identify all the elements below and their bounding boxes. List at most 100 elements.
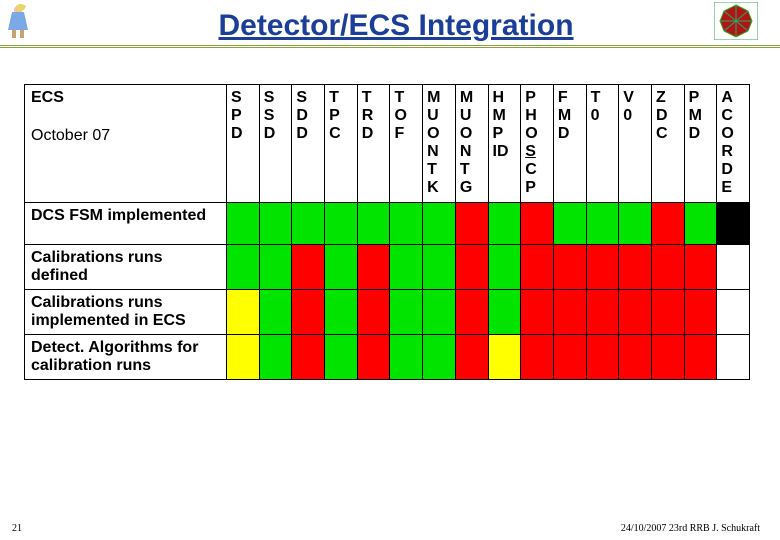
- status-rows: DCS FSM implementedCalibrations runs def…: [25, 203, 750, 380]
- status-cell: [390, 335, 423, 380]
- col-header-char: D: [296, 107, 324, 125]
- table-row: Detect. Algorithms for calibration runs: [25, 335, 750, 380]
- status-cell: [390, 245, 423, 290]
- col-header-char: D: [656, 107, 684, 125]
- corner-label-bottom: October 07: [31, 127, 220, 145]
- corner-header: ECS October 07: [25, 85, 227, 203]
- col-header-char: P: [231, 107, 259, 125]
- col-header-char: P: [689, 89, 717, 107]
- col-header-muontg: MUONTG: [455, 85, 488, 203]
- header: Detector/ECS Integration: [0, 0, 780, 48]
- col-header-char: U: [427, 107, 455, 125]
- col-header-char: P: [329, 107, 357, 125]
- status-cell: [553, 245, 586, 290]
- column-header-row: ECS October 07 SPDSSDSDDTPCTRDTOFMUONTKM…: [25, 85, 750, 203]
- status-cell: [357, 335, 390, 380]
- status-cell: [357, 290, 390, 335]
- row-label: DCS FSM implemented: [25, 203, 227, 245]
- col-header-char: D: [296, 125, 324, 143]
- col-header-hmpid: HMPID: [488, 85, 521, 203]
- status-cell: [717, 335, 750, 380]
- status-cell: [684, 245, 717, 290]
- col-header-char: A: [721, 89, 749, 107]
- col-header-char: T: [591, 89, 619, 107]
- status-cell: [292, 290, 325, 335]
- status-cell: [227, 203, 260, 245]
- status-cell: [259, 203, 292, 245]
- col-header-char: O: [721, 125, 749, 143]
- col-header-sdd: SDD: [292, 85, 325, 203]
- status-cell: [227, 290, 260, 335]
- status-cell: [684, 203, 717, 245]
- status-cell: [586, 335, 619, 380]
- col-header-tof: TOF: [390, 85, 423, 203]
- alice-figure-icon: [6, 2, 46, 40]
- status-cell: [521, 290, 554, 335]
- col-header-char: T: [329, 89, 357, 107]
- status-cell: [292, 245, 325, 290]
- col-header-char: V: [623, 89, 651, 107]
- status-cell: [325, 290, 358, 335]
- status-cell: [455, 203, 488, 245]
- slide: Detector/ECS Integration ECS October 07 …: [0, 0, 780, 540]
- col-header-char: C: [656, 125, 684, 143]
- status-cell: [521, 203, 554, 245]
- col-header-char: O: [460, 125, 488, 143]
- col-header-char: S: [296, 89, 324, 107]
- col-header-char: Z: [656, 89, 684, 107]
- status-cell: [488, 245, 521, 290]
- status-cell: [423, 245, 456, 290]
- col-header-char: N: [427, 143, 455, 161]
- status-cell: [227, 335, 260, 380]
- status-cell: [259, 290, 292, 335]
- table-row: Calibrations runs defined: [25, 245, 750, 290]
- col-header-char: D: [689, 125, 717, 143]
- status-cell: [259, 245, 292, 290]
- status-cell: [455, 290, 488, 335]
- col-header-char: T: [362, 89, 390, 107]
- status-cell: [455, 245, 488, 290]
- col-header-char: O: [525, 125, 553, 143]
- status-cell: [488, 290, 521, 335]
- col-header-char: D: [231, 125, 259, 143]
- row-label: Detect. Algorithms for calibration runs: [25, 335, 227, 380]
- status-cell: [651, 203, 684, 245]
- col-header-char: M: [493, 107, 521, 125]
- status-cell: [586, 203, 619, 245]
- col-header-ssd: SSD: [259, 85, 292, 203]
- col-header-char: D: [264, 125, 292, 143]
- col-header-char: 0: [623, 107, 651, 125]
- col-header-spd: SPD: [227, 85, 260, 203]
- col-header-char: E: [721, 179, 749, 197]
- status-cell: [553, 290, 586, 335]
- status-cell: [259, 335, 292, 380]
- status-cell: [651, 335, 684, 380]
- col-header-char: M: [427, 89, 455, 107]
- status-cell: [292, 203, 325, 245]
- status-cell: [586, 290, 619, 335]
- col-header-char: ID: [493, 143, 521, 161]
- status-cell: [390, 203, 423, 245]
- col-header-char: H: [525, 107, 553, 125]
- table-row: DCS FSM implemented: [25, 203, 750, 245]
- col-header-t0: T0: [586, 85, 619, 203]
- status-cell: [717, 290, 750, 335]
- col-header-char: P: [525, 89, 553, 107]
- table-row: Calibrations runs implemented in ECS: [25, 290, 750, 335]
- status-cell: [390, 290, 423, 335]
- status-cell: [488, 203, 521, 245]
- status-cell: [423, 335, 456, 380]
- col-header-sub-char: C: [525, 161, 553, 179]
- col-header-char: M: [460, 89, 488, 107]
- col-header-tpc: TPC: [325, 85, 358, 203]
- status-cell: [521, 335, 554, 380]
- col-header-sub-char: K: [427, 179, 455, 197]
- col-header-char: O: [427, 125, 455, 143]
- corner-label-top: ECS: [31, 89, 64, 106]
- status-cell: [717, 245, 750, 290]
- col-header-char: D: [558, 125, 586, 143]
- col-header-char: D: [362, 125, 390, 143]
- col-header-char: N: [460, 143, 488, 161]
- status-cell: [325, 245, 358, 290]
- col-header-char: M: [689, 107, 717, 125]
